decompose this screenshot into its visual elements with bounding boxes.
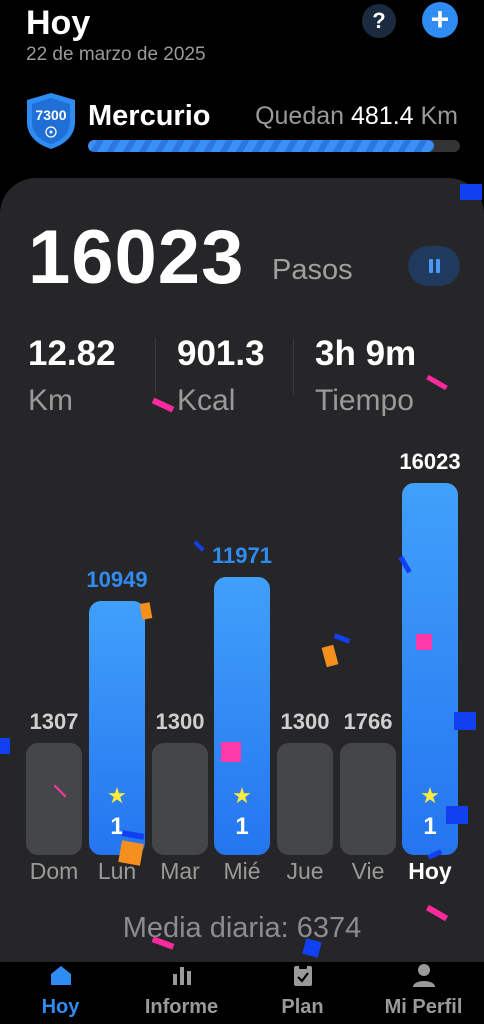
confetti-piece bbox=[118, 840, 144, 866]
stat-distance: 12.82 Km bbox=[28, 334, 116, 418]
chart-bar-value: 1307 bbox=[29, 709, 79, 734]
goal-name: Mercurio bbox=[88, 100, 211, 132]
daily-average: Media diaria: 6374 bbox=[122, 912, 362, 944]
tab-label: Hoy bbox=[41, 996, 80, 1018]
chart-bar-value: 11971 bbox=[212, 543, 272, 569]
goal-section[interactable]: 7300 Mercurio Quedan 481.4 Km bbox=[0, 88, 484, 158]
stat-distance-value: 12.82 bbox=[28, 334, 116, 373]
chart-bar-value: 1300 bbox=[155, 709, 205, 734]
stat-time: 3h 9m Tiempo bbox=[315, 334, 416, 418]
bar-chart-icon bbox=[172, 967, 191, 985]
steps-card: 16023 Pasos 12.82 Km 901.3 Kcal 3h 9m Ti… bbox=[0, 178, 484, 978]
stat-divider bbox=[293, 338, 294, 394]
stat-time-value: 3h 9m bbox=[315, 334, 417, 373]
confetti-piece bbox=[416, 634, 432, 650]
remaining-value: 481.4 bbox=[350, 102, 414, 130]
chart-bar[interactable] bbox=[340, 743, 396, 855]
weekly-steps-chart: 1307 Dom 10949 ★ 1 Lun 1300 Mar 11971 ★ 1 Mié 1300 Ju… bbox=[0, 438, 484, 888]
chart-bar[interactable] bbox=[26, 743, 82, 855]
bottom-tab-bar: Hoy Informe Plan Mi Perfil bbox=[0, 962, 484, 1024]
steps-count: 16023 bbox=[28, 215, 245, 300]
stat-calories-label: Kcal bbox=[177, 384, 236, 417]
goal-count: 1 bbox=[235, 813, 249, 840]
chart-bar-value: 10949 bbox=[86, 566, 148, 592]
stat-calories: 901.3 Kcal bbox=[177, 334, 265, 418]
tab-plan[interactable]: Plan bbox=[242, 962, 363, 1024]
header: Hoy 22 de marzo de 2025 ? + bbox=[0, 0, 484, 80]
remaining-unit: Km bbox=[420, 102, 459, 130]
confetti-piece bbox=[0, 738, 10, 754]
star-icon: ★ bbox=[107, 783, 127, 808]
help-button[interactable]: ? bbox=[362, 4, 396, 38]
tab-label: Mi Perfil bbox=[384, 996, 463, 1018]
goal-progress-bar bbox=[88, 140, 460, 152]
star-icon: ★ bbox=[232, 783, 252, 808]
remaining-distance: Quedan 481.4 Km bbox=[255, 102, 458, 131]
tab-hoy[interactable]: Hoy bbox=[0, 962, 121, 1024]
remaining-prefix: Quedan bbox=[255, 102, 345, 130]
tab-mi-perfil[interactable]: Mi Perfil bbox=[363, 962, 484, 1024]
shield-badge-icon: 7300 bbox=[27, 93, 75, 149]
stat-calories-value: 901.3 bbox=[177, 334, 265, 373]
svg-text:7300: 7300 bbox=[35, 107, 66, 123]
add-button[interactable]: + bbox=[422, 2, 458, 38]
stat-distance-label: Km bbox=[28, 384, 73, 417]
chart-day-label: Hoy bbox=[408, 858, 452, 884]
chart-bar-value: 16023 bbox=[399, 449, 461, 474]
chart-bar[interactable] bbox=[152, 743, 208, 855]
tab-label: Informe bbox=[144, 996, 219, 1018]
tab-label: Plan bbox=[281, 996, 324, 1018]
chart-bar[interactable] bbox=[277, 743, 333, 855]
chart-bar-value: 1766 bbox=[343, 709, 393, 734]
confetti-piece bbox=[221, 742, 241, 762]
confetti-piece bbox=[454, 712, 476, 730]
confetti-piece bbox=[446, 806, 468, 824]
confetti-piece bbox=[460, 184, 482, 200]
goal-progress-fill bbox=[88, 140, 434, 152]
home-icon bbox=[50, 966, 71, 985]
steps-unit: Pasos bbox=[272, 254, 353, 286]
date-label: 22 de marzo de 2025 bbox=[26, 44, 206, 65]
clipboard-icon bbox=[293, 964, 312, 986]
tab-informe[interactable]: Informe bbox=[121, 962, 242, 1024]
pause-button[interactable] bbox=[408, 246, 460, 286]
page-title: Hoy bbox=[26, 4, 91, 42]
stat-time-label: Tiempo bbox=[315, 384, 414, 417]
stat-divider bbox=[155, 338, 156, 394]
person-icon bbox=[412, 964, 435, 987]
